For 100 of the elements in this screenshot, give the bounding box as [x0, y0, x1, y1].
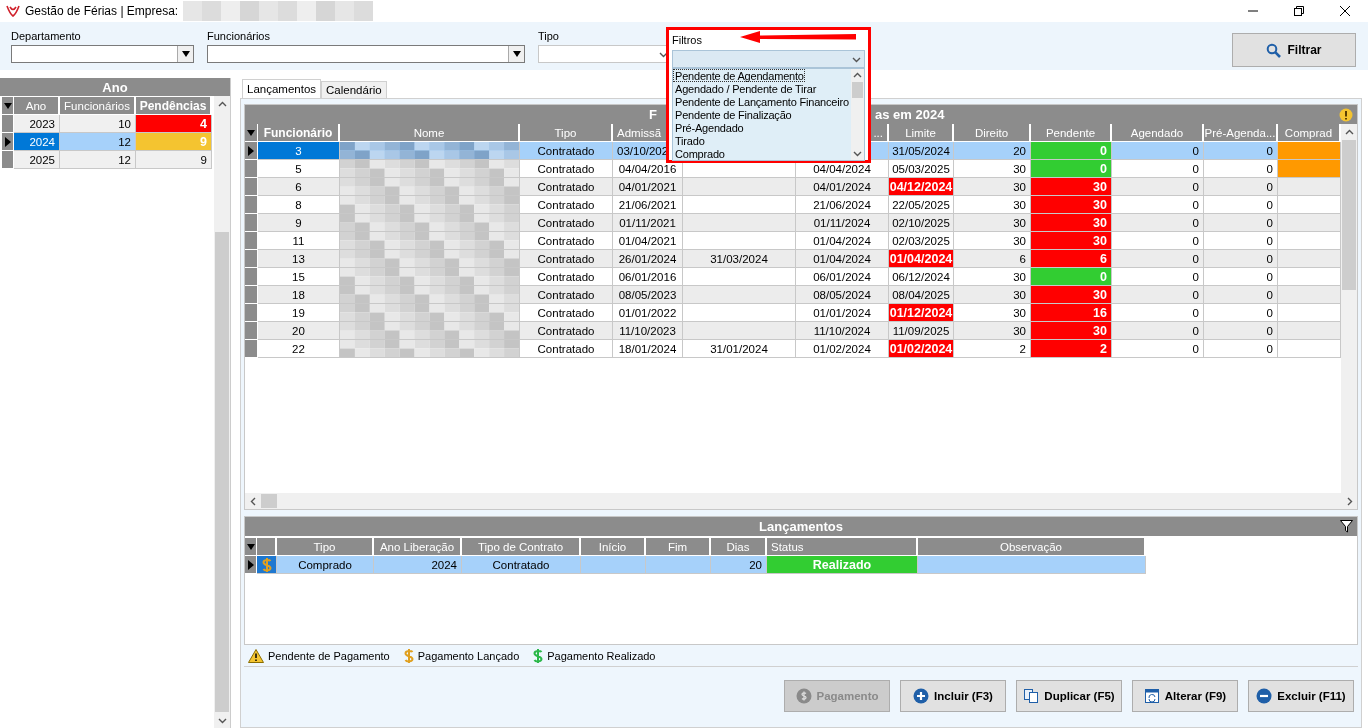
table-cell: 30: [1031, 214, 1112, 232]
table-cell: 8: [258, 196, 340, 214]
scrollbar[interactable]: [851, 69, 864, 160]
dollar-icon: [533, 647, 544, 664]
table-cell: 2024: [14, 133, 60, 151]
table-cell: 22: [258, 340, 340, 358]
filter-button[interactable]: Filtrar: [1232, 33, 1356, 67]
action-button[interactable]: Incluir (F3): [900, 680, 1006, 712]
scroll-thumb[interactable]: [852, 82, 863, 98]
chevron-up-icon[interactable]: [853, 71, 862, 80]
table-cell: 0: [1031, 142, 1112, 160]
action-button[interactable]: Alterar (F9): [1132, 680, 1238, 712]
table-cell: 30: [954, 322, 1031, 340]
copy-icon: [1023, 688, 1040, 704]
dropdown-option[interactable]: Pendente de Agendamento: [673, 69, 805, 82]
tab[interactable]: Calendário: [321, 81, 387, 98]
column-header[interactable]: Observação: [918, 538, 1146, 556]
table-cell: 21/06/2021: [613, 196, 683, 214]
chevron-down-icon[interactable]: [853, 149, 862, 158]
tab[interactable]: Lançamentos: [242, 79, 322, 98]
table-cell: 0: [1204, 214, 1278, 232]
dollar-coin-icon: [795, 688, 812, 704]
table-cell: 0: [1112, 232, 1204, 250]
table-cell: 0: [1204, 268, 1278, 286]
column-header[interactable]: Nome: [340, 124, 520, 142]
table-cell: 0: [1204, 232, 1278, 250]
table-cell: 0: [1204, 142, 1278, 160]
column-header[interactable]: Dias: [711, 538, 767, 556]
legend-label: Pagamento Lançado: [417, 649, 520, 662]
header-marker[interactable]: [245, 538, 257, 556]
combo-box[interactable]: [207, 45, 525, 63]
dropdown-option[interactable]: Pendente de Lançamento Financeiro: [673, 95, 850, 108]
column-header[interactable]: Funcionários: [60, 97, 136, 115]
row-selector[interactable]: [245, 142, 258, 160]
chevron-left-icon[interactable]: [248, 496, 258, 506]
panel-header: Ano: [0, 78, 230, 96]
table-cell: 26/01/2024: [613, 250, 683, 268]
table-cell: 11/10/2024: [796, 322, 889, 340]
exclamation-icon[interactable]: [1339, 107, 1353, 122]
scrollbar[interactable]: [214, 96, 230, 728]
table-cell: 2025: [14, 151, 60, 169]
scrollbar[interactable]: [1341, 124, 1357, 493]
scroll-thumb[interactable]: [261, 494, 277, 508]
column-header[interactable]: Tipo de Contrato: [462, 538, 581, 556]
scroll-thumb[interactable]: [215, 232, 229, 712]
column-header[interactable]: Direito: [954, 124, 1031, 142]
scroll-thumb[interactable]: [1342, 140, 1356, 290]
column-header[interactable]: Fim: [646, 538, 711, 556]
close-icon[interactable]: [1340, 6, 1350, 16]
column-header[interactable]: Limite: [889, 124, 954, 142]
dollar-icon: [261, 556, 272, 573]
dropdown-option[interactable]: Pendente de Finalização: [673, 108, 793, 121]
row-selector[interactable]: [2, 133, 14, 151]
column-header[interactable]: Comprad: [1278, 124, 1341, 142]
maximize-icon[interactable]: [1294, 6, 1304, 16]
table-cell: 04/01/2024: [796, 178, 889, 196]
table-cell: 08/04/2025: [889, 286, 954, 304]
column-header[interactable]: Pendências: [136, 97, 212, 115]
column-header[interactable]: Ano Liberação: [374, 538, 462, 556]
field-label: Tipo: [538, 30, 559, 42]
header-marker[interactable]: [245, 124, 258, 142]
table-cell: Contratado: [520, 160, 613, 178]
row-pointer-icon: [248, 145, 254, 156]
column-header[interactable]: Pré-Agenda...: [1204, 124, 1278, 142]
table-cell: 01/11/2024: [796, 214, 889, 232]
chevron-up-icon[interactable]: [217, 99, 227, 109]
combo-box[interactable]: [11, 45, 194, 63]
table-cell: 01/02/2024: [796, 340, 889, 358]
table-cell: 20: [711, 556, 767, 574]
table-cell: 11/09/2025: [889, 322, 954, 340]
column-header[interactable]: Tipo: [520, 124, 613, 142]
table-cell: 02/03/2025: [889, 232, 954, 250]
table-cell: 21/06/2024: [796, 196, 889, 214]
chevron-up-icon[interactable]: [1344, 127, 1354, 137]
action-button[interactable]: Duplicar (F5): [1016, 680, 1122, 712]
table-cell: Contratado: [520, 340, 613, 358]
column-header[interactable]: Ano: [14, 97, 60, 115]
column-header[interactable]: Funcionário: [258, 124, 340, 142]
row-pointer-icon: [4, 136, 11, 147]
column-header[interactable]: Status: [767, 538, 918, 556]
header-marker[interactable]: [2, 97, 14, 115]
table-cell: 0: [1112, 322, 1204, 340]
table-cell: 06/12/2024: [889, 268, 954, 286]
table-cell: 0: [1112, 250, 1204, 268]
column-header[interactable]: Início: [581, 538, 646, 556]
grid-title: Lançamentos: [759, 519, 843, 534]
column-header[interactable]: Pendente: [1031, 124, 1112, 142]
action-button[interactable]: Excluir (F11): [1248, 680, 1354, 712]
scrollbar[interactable]: [245, 493, 1357, 509]
column-header[interactable]: Tipo: [277, 538, 374, 556]
filter-icon[interactable]: [1340, 520, 1353, 533]
field-label: Departamento: [11, 30, 81, 42]
table-cell: 0: [1031, 160, 1112, 178]
row-selector[interactable]: [245, 556, 257, 574]
table-cell: 13: [258, 250, 340, 268]
table-cell: Contratado: [520, 286, 613, 304]
table-cell: Contratado: [520, 250, 613, 268]
app-logo-icon: [6, 5, 20, 17]
column-header[interactable]: Agendado: [1112, 124, 1204, 142]
dropdown-option[interactable]: Agendado / Pendente de Tirar: [673, 82, 818, 95]
